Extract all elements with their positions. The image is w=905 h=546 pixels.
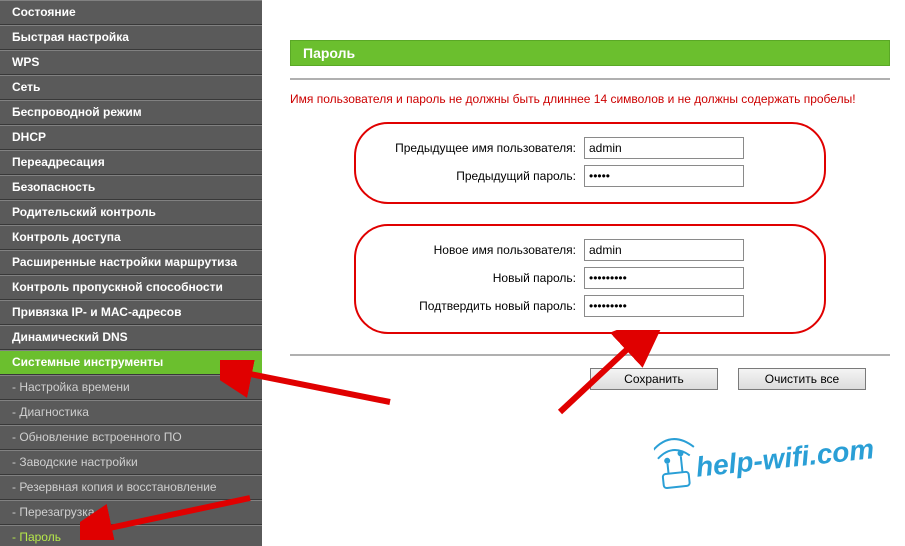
watermark: help-wifi.com [652,405,888,502]
clear-button[interactable]: Очистить все [738,368,866,390]
nav-item[interactable]: DHCP [0,125,262,150]
nav-item[interactable]: Контроль доступа [0,225,262,250]
new-credentials-group: Новое имя пользователя: Новый пароль: По… [354,224,826,334]
button-bar: Сохранить Очистить все [590,368,890,390]
nav-item[interactable]: Состояние [0,0,262,25]
confirm-password-label: Подтвердить новый пароль: [366,299,584,313]
divider [290,78,890,80]
main-panel: Пароль Имя пользователя и пароль не долж… [290,40,890,390]
new-password-label: Новый пароль: [366,271,584,285]
nav-item[interactable]: Контроль пропускной способности [0,275,262,300]
nav-item[interactable]: - Заводские настройки [0,450,262,475]
nav-item[interactable]: - Обновление встроенного ПО [0,425,262,450]
divider [290,354,890,356]
new-password-input[interactable] [584,267,744,289]
confirm-password-input[interactable] [584,295,744,317]
nav-item[interactable]: Безопасность [0,175,262,200]
nav-item[interactable]: Переадресация [0,150,262,175]
nav-item[interactable]: Родительский контроль [0,200,262,225]
nav-item[interactable]: Расширенные настройки маршрутиза [0,250,262,275]
prev-username-input[interactable] [584,137,744,159]
previous-credentials-group: Предыдущее имя пользователя: Предыдущий … [354,122,826,204]
nav-item[interactable]: WPS [0,50,262,75]
nav-item[interactable]: Привязка IP- и МАС-адресов [0,300,262,325]
panel-title: Пароль [290,40,890,66]
nav-item[interactable]: Динамический DNS [0,325,262,350]
nav-item[interactable]: Сеть [0,75,262,100]
nav-item[interactable]: Быстрая настройка [0,25,262,50]
save-button[interactable]: Сохранить [590,368,718,390]
nav-item[interactable]: Беспроводной режим [0,100,262,125]
sidebar: СостояниеБыстрая настройкаWPSСетьБеспров… [0,0,262,546]
nav-item[interactable]: Системные инструменты [0,350,262,375]
nav-item[interactable]: - Перезагрузка [0,500,262,525]
svg-text:help-wifi.com: help-wifi.com [694,433,875,483]
nav-item[interactable]: - Настройка времени [0,375,262,400]
nav-item[interactable]: - Пароль [0,525,262,546]
nav-item[interactable]: - Диагностика [0,400,262,425]
prev-password-input[interactable] [584,165,744,187]
prev-password-label: Предыдущий пароль: [366,169,584,183]
new-username-label: Новое имя пользователя: [366,243,584,257]
nav-item[interactable]: - Резервная копия и восстановление [0,475,262,500]
prev-username-label: Предыдущее имя пользователя: [366,141,584,155]
warning-text: Имя пользователя и пароль не должны быть… [290,92,890,106]
new-username-input[interactable] [584,239,744,261]
